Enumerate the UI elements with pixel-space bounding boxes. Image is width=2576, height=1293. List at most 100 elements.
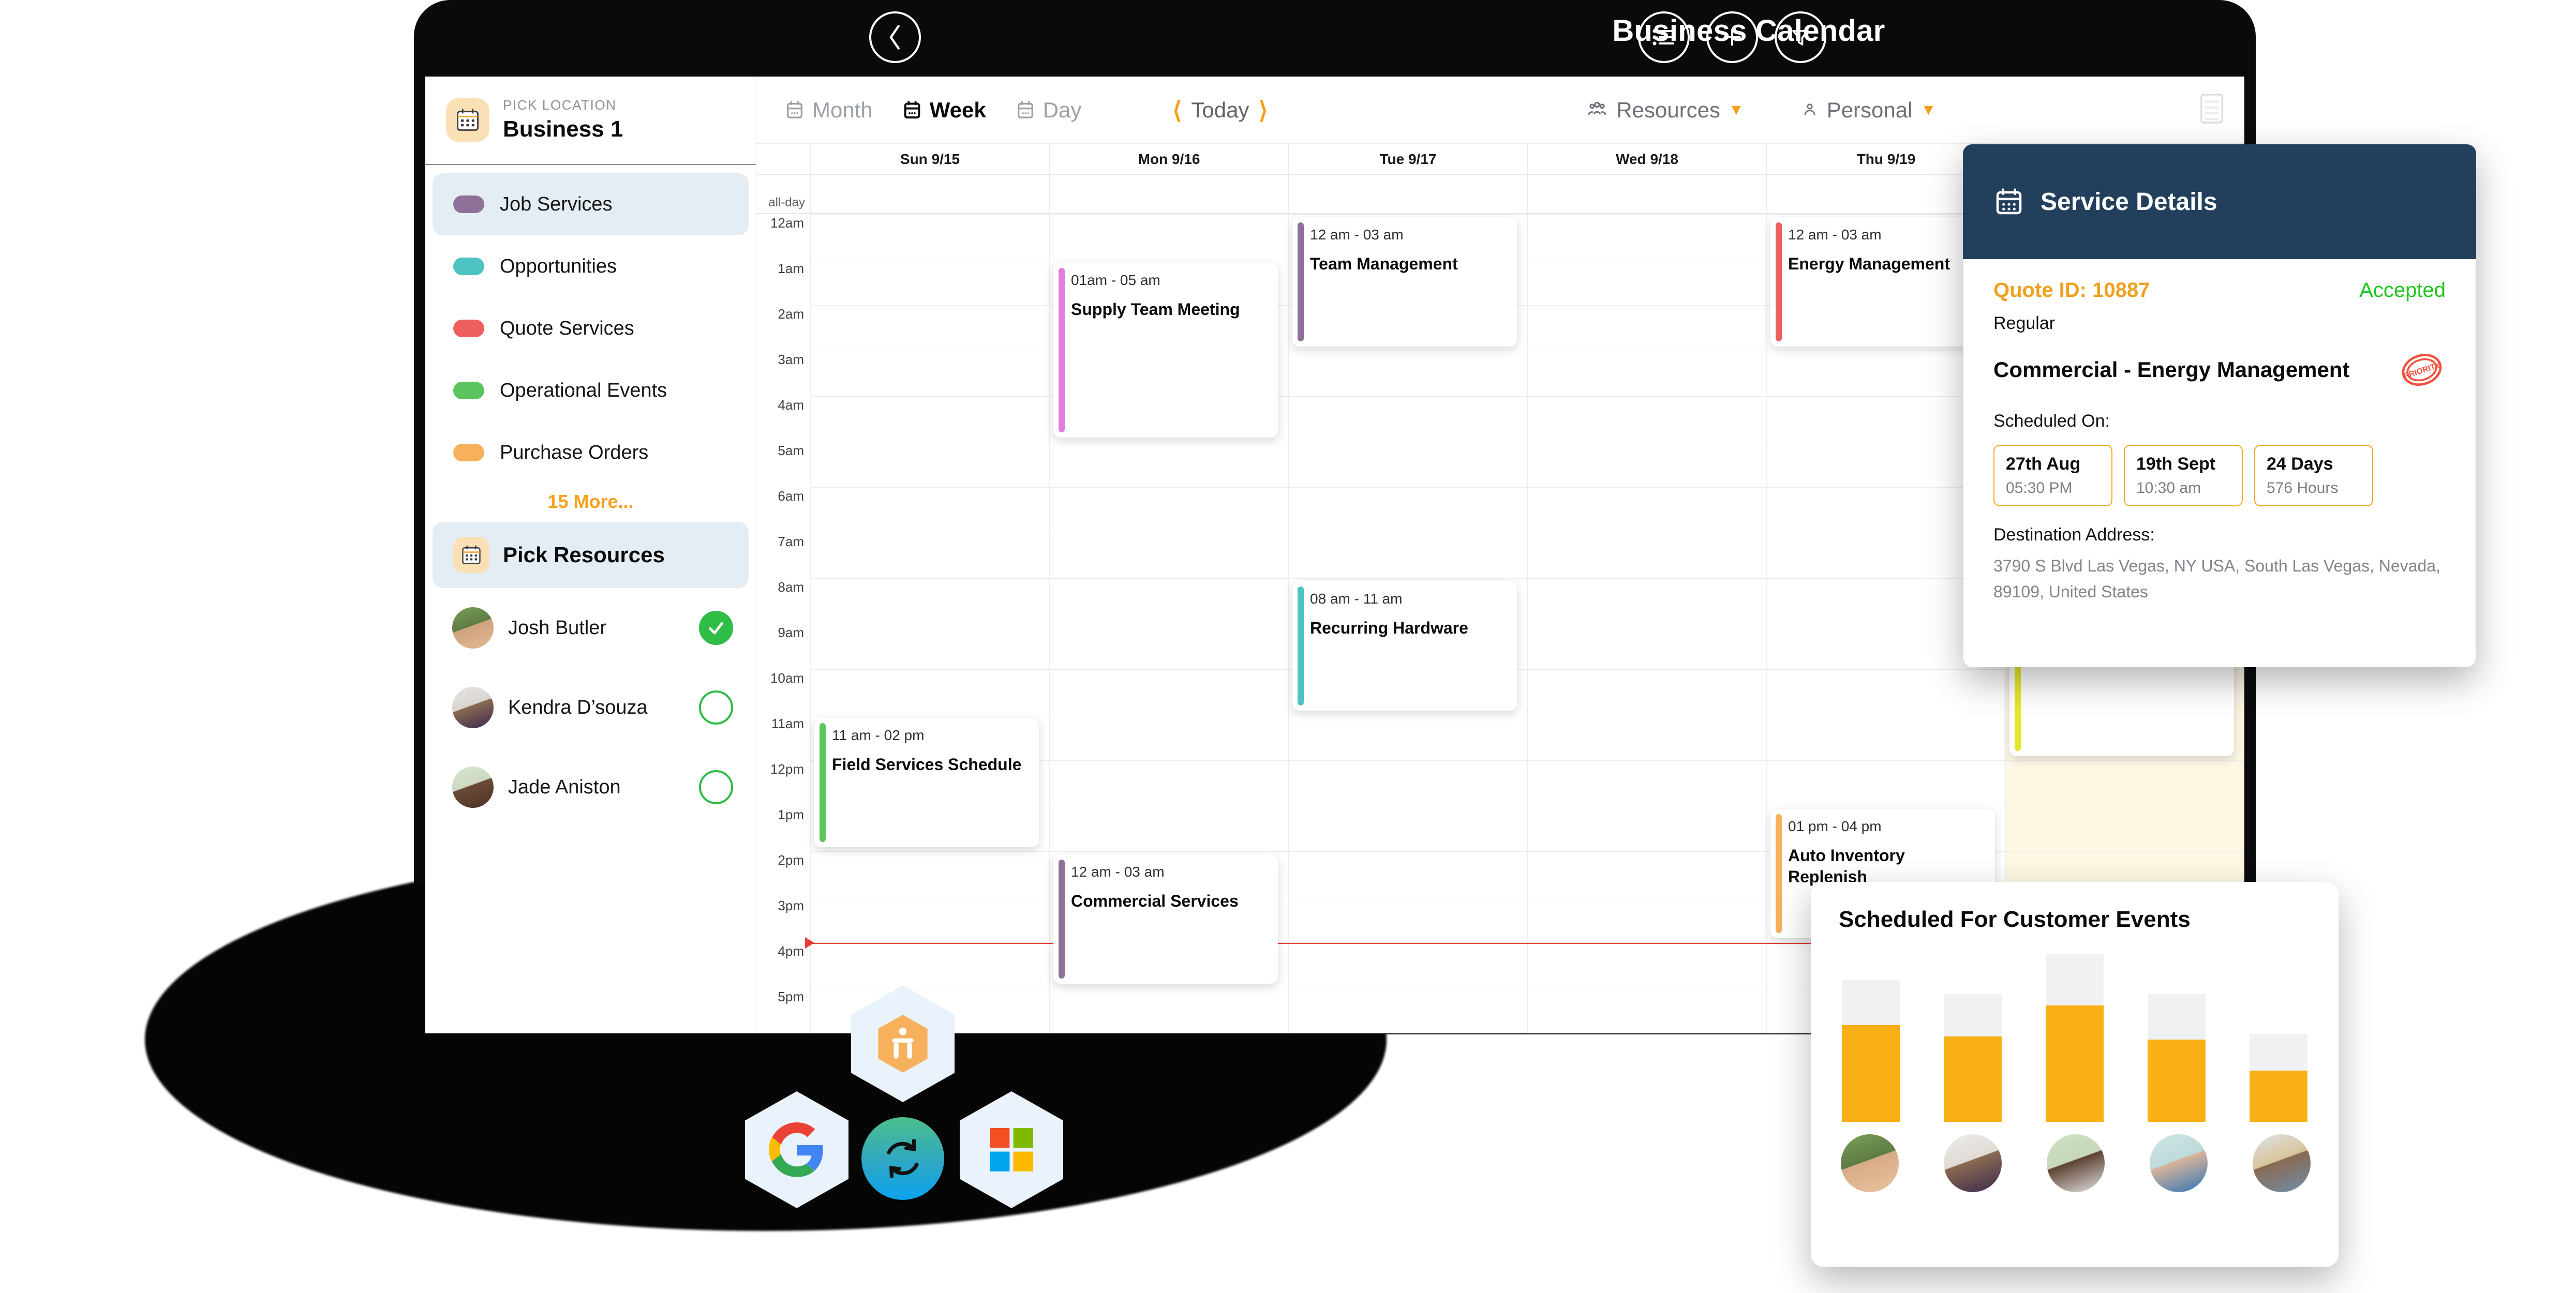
- calendar-cell[interactable]: [810, 669, 1049, 715]
- calendar-event[interactable]: 11 am - 02 pm Field Services Schedule: [814, 718, 1039, 847]
- calendar-cell[interactable]: [1527, 669, 1766, 715]
- calendar-cell[interactable]: [1527, 533, 1766, 578]
- app-hex-badge[interactable]: [851, 985, 955, 1102]
- schedule-chip[interactable]: 27th Aug 05:30 PM: [1993, 445, 2112, 506]
- calendar-cell[interactable]: [810, 851, 1049, 897]
- pick-resources-section[interactable]: Pick Resources: [433, 522, 749, 588]
- calendar-cell[interactable]: [1049, 624, 1288, 669]
- calendar-cell[interactable]: [810, 897, 1049, 942]
- calendar-event[interactable]: 12 am - 03 am Team Management: [1292, 217, 1517, 347]
- calendar-event[interactable]: 12 am - 03 am Commercial Services: [1053, 854, 1278, 984]
- calendar-cell[interactable]: [1766, 669, 2005, 715]
- calendar-event[interactable]: 12 am - 03 am Energy Management: [1770, 217, 1995, 347]
- calendar-event[interactable]: 08 am - 11 am Recurring Hardware: [1292, 581, 1517, 711]
- calendar-event[interactable]: 01am - 05 am Supply Team Meeting: [1053, 263, 1278, 438]
- calendar-cell[interactable]: [1288, 396, 1527, 442]
- calendar-cell[interactable]: [1288, 897, 1527, 942]
- calendar-cell[interactable]: [810, 260, 1049, 305]
- all-day-cell[interactable]: [810, 175, 1049, 213]
- calendar-cell[interactable]: [1527, 351, 1766, 396]
- calendar-cell[interactable]: [1049, 806, 1288, 851]
- calendar-cell[interactable]: [1288, 715, 1527, 760]
- calendar-cell[interactable]: [1288, 351, 1527, 396]
- calendar-cell[interactable]: [1049, 533, 1288, 578]
- sync-badge[interactable]: [861, 1117, 944, 1200]
- sidebar-item-quote-services[interactable]: Quote Services: [433, 297, 749, 359]
- prev-week-button[interactable]: ⟨: [1172, 96, 1182, 124]
- calendar-cell[interactable]: [1288, 988, 1527, 1033]
- today-button[interactable]: Today: [1191, 98, 1249, 123]
- calendar-cell[interactable]: [810, 305, 1049, 351]
- calendar-cell[interactable]: [1527, 305, 1766, 351]
- all-day-cell[interactable]: [1049, 175, 1288, 213]
- calendar-cell[interactable]: [1527, 442, 1766, 487]
- calendar-cell[interactable]: [1049, 442, 1288, 487]
- calendar-cell[interactable]: [810, 487, 1049, 533]
- calendar-cell[interactable]: [1049, 578, 1288, 624]
- calendar-cell[interactable]: [810, 396, 1049, 442]
- calendar-cell[interactable]: [1766, 715, 2005, 760]
- tab-month[interactable]: Month: [784, 98, 873, 123]
- calendar-cell[interactable]: [810, 442, 1049, 487]
- location-picker[interactable]: PICK LOCATION Business 1: [425, 77, 756, 165]
- calendar-cell[interactable]: [810, 533, 1049, 578]
- schedule-chip[interactable]: 19th Sept 10:30 am: [2124, 445, 2243, 506]
- list-view-button[interactable]: [1638, 11, 1690, 63]
- all-day-cell[interactable]: [1527, 175, 1766, 213]
- calendar-cell[interactable]: [1527, 214, 1766, 260]
- calendar-cell[interactable]: [2005, 760, 2244, 806]
- calendar-cell[interactable]: [1527, 578, 1766, 624]
- schedule-chip[interactable]: 24 Days 576 Hours: [2254, 445, 2373, 506]
- calendar-cell[interactable]: [1527, 260, 1766, 305]
- calendar-cell[interactable]: [1527, 715, 1766, 760]
- personal-dropdown[interactable]: Personal ▼: [1801, 98, 1936, 123]
- calendar-cell[interactable]: [810, 942, 1049, 988]
- list-item[interactable]: Josh Butler: [425, 588, 756, 668]
- sidebar-item-purchase-orders[interactable]: Purchase Orders: [433, 422, 749, 484]
- calendar-cell[interactable]: [1527, 760, 1766, 806]
- calendar-cell[interactable]: [810, 624, 1049, 669]
- all-day-cell[interactable]: [1288, 175, 1527, 213]
- filter-button[interactable]: [1775, 11, 1826, 63]
- calendar-cell[interactable]: [1288, 487, 1527, 533]
- calendar-cell[interactable]: [1049, 988, 1288, 1033]
- calendar-cell[interactable]: [1288, 442, 1527, 487]
- list-item[interactable]: Kendra D’souza: [425, 668, 756, 747]
- calendar-cell[interactable]: [1049, 715, 1288, 760]
- calendar-cell[interactable]: [1288, 942, 1527, 988]
- calendar-cell[interactable]: [1288, 760, 1527, 806]
- tab-day[interactable]: Day: [1015, 98, 1081, 123]
- calendar-cell[interactable]: [1527, 396, 1766, 442]
- calendar-cell[interactable]: [1527, 487, 1766, 533]
- calendar-cell[interactable]: [1527, 851, 1766, 897]
- calendar-cell[interactable]: [1288, 851, 1527, 897]
- calendar-cell[interactable]: [1527, 897, 1766, 942]
- calendar-cell[interactable]: [810, 214, 1049, 260]
- resource-toggle[interactable]: [699, 611, 733, 645]
- calendar-cell[interactable]: [1049, 214, 1288, 260]
- tab-week[interactable]: Week: [902, 98, 986, 123]
- sidebar-item-job-services[interactable]: Job Services: [433, 173, 749, 235]
- calendar-cell[interactable]: [1527, 624, 1766, 669]
- list-item[interactable]: Jade Aniston: [425, 747, 756, 827]
- sidebar-item-opportunities[interactable]: Opportunities: [433, 235, 749, 297]
- sidebar-item-operational-events[interactable]: Operational Events: [433, 359, 749, 422]
- calendar-cell[interactable]: [1288, 533, 1527, 578]
- calendar-cell[interactable]: [1527, 988, 1766, 1033]
- calendar-cell[interactable]: [2005, 806, 2244, 851]
- google-hex-badge[interactable]: [745, 1091, 848, 1208]
- microsoft-hex-badge[interactable]: [960, 1091, 1063, 1208]
- calendar-cell[interactable]: [1049, 760, 1288, 806]
- calendar-cell[interactable]: [1288, 806, 1527, 851]
- calendar-cell[interactable]: [1766, 760, 2005, 806]
- calendar-cell[interactable]: [1527, 942, 1766, 988]
- show-more-link[interactable]: 15 More...: [425, 484, 756, 522]
- calendar-cell[interactable]: [1049, 487, 1288, 533]
- calendar-cell[interactable]: [1049, 669, 1288, 715]
- add-event-button[interactable]: [1706, 11, 1758, 63]
- resource-toggle[interactable]: [699, 690, 733, 725]
- calendar-cell[interactable]: [810, 578, 1049, 624]
- resources-dropdown[interactable]: Resources ▼: [1586, 98, 1744, 123]
- next-week-button[interactable]: ⟩: [1258, 96, 1268, 124]
- resource-toggle[interactable]: [699, 770, 733, 804]
